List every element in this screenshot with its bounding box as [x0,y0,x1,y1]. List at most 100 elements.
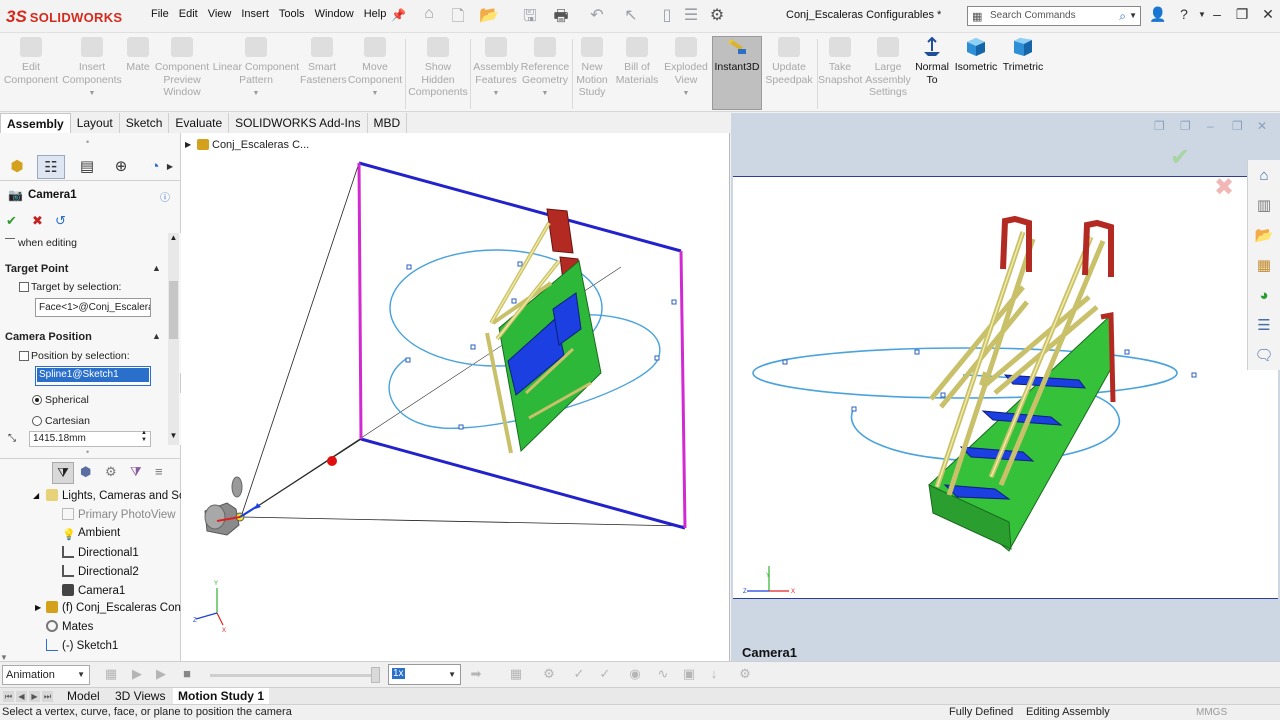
spherical-radio[interactable] [32,395,42,405]
rebuild-icon[interactable]: ▯ [656,5,678,27]
featuremanager-tab-icon[interactable]: ⬢ [3,155,31,179]
camera-target-point[interactable] [327,456,337,466]
camera-position-header[interactable]: Camera Position [5,331,92,343]
cancel-x-icon[interactable]: ✖ [1214,173,1234,202]
chevron-up-icon[interactable]: ▲ [152,331,161,341]
minimize-icon[interactable]: – [1207,6,1227,26]
move-component-button[interactable]: Move Component ▼ [346,37,404,101]
cancel-x-icon[interactable]: ✖ [32,213,43,229]
file-explorer-icon[interactable]: 📂 [1254,226,1274,246]
playback-slider-track[interactable] [210,674,378,677]
chevron-right-icon[interactable]: ▶ [35,603,41,612]
filter-features-icon[interactable]: ⚙ [105,464,117,480]
open-icon[interactable]: 📂 [478,5,500,27]
target-point-header[interactable]: Target Point [5,263,68,275]
chevron-down-icon[interactable]: ▼ [472,88,520,101]
linear-pattern-button[interactable]: Linear Component Pattern ▼ [212,37,300,101]
insert-components-button[interactable]: Insert Components ▼ [60,37,124,101]
component-preview-button[interactable]: Component Preview Window [152,37,212,99]
spin-arrows-icon[interactable]: ▲ ▼ [141,430,147,444]
propertymanager-scrollbar[interactable]: ▲ ▼ [168,233,179,445]
position-by-selection-checkbox[interactable] [19,351,29,361]
calculate-icon[interactable]: ▦ [102,666,120,684]
tab-3d-views[interactable]: 3D Views [110,688,170,705]
help-icon[interactable]: ⓘ [160,189,170,204]
save-animation-icon[interactable]: ▦ [507,666,525,684]
chevron-up-icon[interactable]: ▲ [168,233,179,245]
menu-window[interactable]: Window [310,8,359,20]
play-from-start-icon[interactable]: ▶ [128,666,146,684]
position-selection-field[interactable]: Spline1@Sketch1 [35,366,151,386]
chevron-down-icon[interactable]: ▼ [662,88,710,101]
autokey-icon[interactable]: ✓ [570,666,588,684]
menu-help[interactable]: Help [359,8,392,20]
chevron-down-icon[interactable]: ▼ [0,653,181,662]
target-selection-field[interactable]: Face<1>@Conj_Escaleras [35,298,151,317]
viewport-link-icon[interactable]: ❐ [1180,119,1191,133]
camera-view-canvas[interactable]: Y Z X [733,176,1278,599]
panel-grip-icon[interactable]: • [86,137,89,147]
tab-layout[interactable]: Layout [71,113,120,133]
tree-item-conj-escaleras[interactable]: (f) Conj_Escaleras Confi [46,601,187,614]
menu-view[interactable]: View [203,8,237,20]
home-icon[interactable]: ⌂ [418,5,440,27]
propertymanager-tab-icon[interactable]: ☷ [37,155,65,179]
undo-icon[interactable]: ↶ [586,5,608,27]
add-key-icon[interactable]: ✓ [596,666,614,684]
search-commands-input[interactable]: ▦ Search Commands ⌕ ▼ [967,6,1141,26]
filter-mates-icon[interactable]: ⧩ [130,464,142,480]
cartesian-radio[interactable] [32,416,42,426]
tree-item-primary-photoview[interactable]: Primary PhotoView [62,508,176,521]
playback-mode-icon[interactable]: ➡ [467,666,485,684]
isometric-button[interactable]: Isometric [954,37,998,74]
tab-motion-study-1[interactable]: Motion Study 1 [173,688,269,705]
chevron-down-icon[interactable]: ◢ [33,491,39,500]
close-icon[interactable]: ✕ [1258,6,1278,26]
tree-item-ambient[interactable]: 💡 Ambient [62,527,120,541]
study-properties-gear-icon[interactable]: ⚙ [736,666,754,684]
appearances-icon[interactable]: ◕ [1254,286,1274,306]
dimxpert-tab-icon[interactable]: ⊕ [107,155,135,179]
bill-of-materials-button[interactable]: Bill of Materials [614,37,660,86]
stop-icon[interactable]: ■ [178,666,196,684]
tree-item-sketch1[interactable]: (-) Sketch1 [46,639,118,652]
restore-icon[interactable]: ❐ [1232,119,1243,133]
tab-mbd[interactable]: MBD [368,113,408,133]
playback-slider-thumb[interactable] [371,667,380,683]
user-account-icon[interactable]: 👤 [1148,6,1168,26]
scroll-thumb[interactable] [169,281,178,339]
next-tab-icon[interactable]: ▶ [29,691,40,702]
normal-to-button[interactable]: Normal To [912,36,952,86]
panel-splitter-grip-icon[interactable]: • [86,447,89,457]
study-type-select[interactable]: Animation ▼ [2,665,90,685]
play-icon[interactable]: ▶ [152,666,170,684]
show-hidden-components-button[interactable]: Show Hidden Components [407,37,469,99]
print-icon[interactable]: 🖶 [550,5,572,27]
minimize-icon[interactable]: – [1207,119,1214,133]
new-document-icon[interactable]: 🗋 [447,5,469,27]
animation-wizard-icon[interactable]: ⚙ [540,666,558,684]
menu-tools[interactable]: Tools [274,8,310,20]
design-library-icon[interactable]: ▥ [1254,196,1274,216]
spring-icon[interactable]: ∿ [654,666,672,684]
filter-icon[interactable]: ⧩ [52,462,74,484]
chevron-down-icon[interactable]: ▼ [168,431,179,443]
chevron-down-icon[interactable]: ▼ [346,88,404,101]
chevron-down-icon[interactable]: ▼ [1129,7,1137,25]
save-icon[interactable]: 🖫 [519,5,541,27]
menu-edit[interactable]: Edit [174,8,203,20]
previous-tab-icon[interactable]: ◀ [16,691,27,702]
reference-geometry-button[interactable]: Reference Geometry ▼ [520,37,570,101]
menu-insert[interactable]: Insert [236,8,274,20]
restore-icon[interactable]: ❐ [1232,6,1252,26]
menu-file[interactable]: File [146,8,174,20]
large-assembly-settings-button[interactable]: Large Assembly Settings [864,37,912,99]
ok-check-icon[interactable]: ✔ [6,213,17,229]
configurationmanager-tab-icon[interactable]: ▤ [73,155,101,179]
smart-fasteners-button[interactable]: Smart Fasteners [300,37,347,86]
chevron-down-icon[interactable]: ▼ [60,88,124,101]
chevron-down-icon[interactable]: ▼ [520,88,570,101]
search-icon[interactable]: ⌕ [1119,7,1126,25]
exploded-view-button[interactable]: Exploded View ▼ [662,37,710,101]
solidworks-resources-home-icon[interactable]: ⌂ [1254,166,1274,186]
